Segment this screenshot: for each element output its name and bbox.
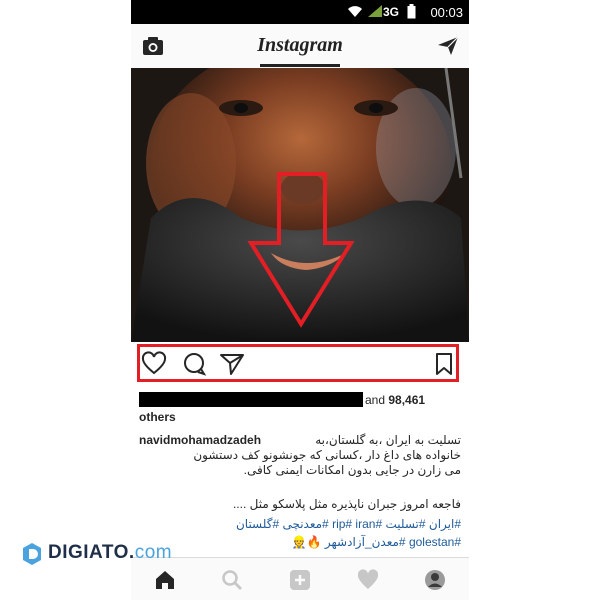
comment-icon[interactable] (181, 351, 207, 377)
search-icon[interactable] (220, 568, 244, 592)
add-post-icon[interactable] (288, 568, 312, 592)
phone-screen: 3G 00:03 Instagram and 98,461 others nav… (131, 0, 469, 600)
caption-username[interactable]: navidmohamadzadeh (139, 433, 261, 447)
hashtags-line-2[interactable]: #golestan #معدن_آزادشهر 🔥👷 (292, 535, 461, 549)
logo-underline (260, 64, 340, 67)
activity-heart-icon[interactable] (356, 568, 380, 592)
heart-icon[interactable] (141, 351, 167, 377)
digiato-brand: DIGIATO (48, 542, 129, 563)
likes-prefix: and (365, 393, 386, 407)
emoji-icons: 🔥👷 (291, 535, 322, 549)
caption-line-1: تسلیت به ایران ،به گلستان،به (315, 433, 461, 447)
redacted-names-bar (139, 392, 363, 407)
likes-text[interactable]: and 98,461 (365, 393, 425, 407)
caption-line-4: فاجعه امروز جبران ناپذیره مثل پلاسکو مثل… (232, 497, 461, 511)
digiato-wordmark: DIGIATO.com (48, 542, 172, 564)
share-icon[interactable] (219, 351, 245, 377)
digiato-logo-icon (23, 543, 41, 565)
status-bar: 3G 00:03 (131, 0, 469, 24)
likes-row: and 98,461 (139, 392, 461, 408)
battery-icon (407, 4, 416, 19)
app-logo: Instagram (257, 34, 343, 56)
hashtags-line-1[interactable]: #ایران #تسلیت #rip# iran #معدنچی #گلستان (236, 517, 461, 531)
post-action-bar (131, 342, 469, 386)
digiato-tld: com (134, 542, 173, 563)
likes-others[interactable]: others (139, 410, 176, 424)
network-type: 3G (383, 5, 400, 19)
digiato-watermark: DIGIATO.com (20, 540, 220, 570)
direct-send-icon[interactable] (437, 36, 459, 56)
signal-icon (368, 5, 382, 17)
bookmark-icon[interactable] (431, 351, 457, 377)
likes-count: 98,461 (388, 393, 426, 407)
clock: 00:03 (430, 5, 463, 20)
home-icon[interactable] (153, 568, 177, 592)
app-header: Instagram (131, 24, 469, 69)
hashtags-line-2-text: #golestan #معدن_آزادشهر (324, 535, 461, 549)
profile-avatar[interactable] (423, 568, 447, 592)
wifi-icon (348, 6, 362, 17)
caption-line-2: خانواده های داغ دار ،کسانی که جونشونو کف… (193, 448, 461, 462)
caption-line-3: می زارن در جایی بدون امکانات ایمنی کافی. (243, 463, 461, 477)
post-photo[interactable] (131, 68, 469, 342)
